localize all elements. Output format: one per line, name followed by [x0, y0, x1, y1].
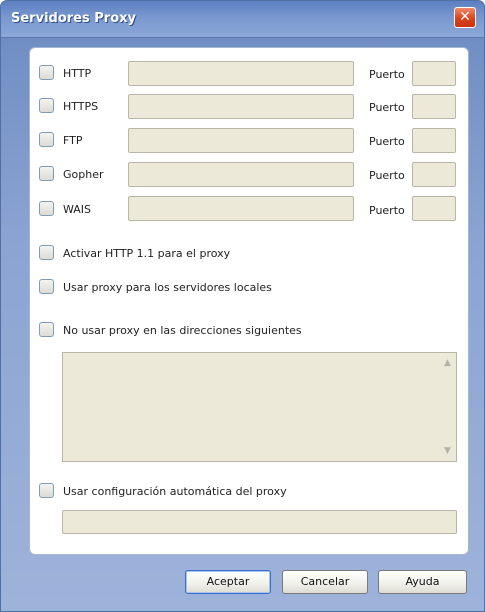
scroll-down-icon[interactable]: ▼: [442, 446, 453, 456]
https-proxy-field[interactable]: [128, 94, 354, 119]
wais-port-field[interactable]: [412, 196, 456, 221]
wais-proxy-field[interactable]: [128, 196, 354, 221]
label-gopher: Gopher: [63, 168, 104, 181]
label-http: HTTP: [63, 67, 92, 80]
ok-button[interactable]: Aceptar: [185, 570, 271, 594]
label-http-port: Puerto: [369, 68, 405, 81]
checkbox-gopher[interactable]: [39, 166, 54, 181]
cancel-button[interactable]: Cancelar: [282, 570, 368, 594]
proxy-dialog: Servidores Proxy ✕ HTTP Puerto HTTPS Pue…: [0, 0, 485, 612]
label-ftp-port: Puerto: [369, 135, 405, 148]
ftp-proxy-field[interactable]: [128, 128, 354, 153]
checkbox-wais[interactable]: [39, 201, 54, 216]
label-http11: Activar HTTP 1.1 para el proxy: [63, 247, 231, 260]
checkbox-ftp[interactable]: [39, 132, 54, 147]
label-https-port: Puerto: [369, 101, 405, 114]
help-button[interactable]: Ayuda: [378, 570, 467, 594]
checkbox-auto-config[interactable]: [39, 483, 54, 498]
label-local-servers: Usar proxy para los servidores locales: [63, 281, 272, 294]
label-wais: WAIS: [63, 203, 92, 216]
gopher-proxy-field[interactable]: [128, 162, 354, 187]
label-https: HTTPS: [63, 100, 99, 113]
http-proxy-field[interactable]: [128, 61, 354, 86]
label-gopher-port: Puerto: [369, 169, 405, 182]
scroll-up-icon[interactable]: ▲: [442, 358, 453, 368]
label-bypass: No usar proxy en las direcciones siguien…: [63, 324, 302, 337]
checkbox-http11[interactable]: [39, 245, 54, 260]
auto-config-field[interactable]: [62, 510, 457, 534]
window-title: Servidores Proxy: [11, 11, 136, 26]
checkbox-bypass[interactable]: [39, 322, 54, 337]
checkbox-local-servers[interactable]: [39, 279, 54, 294]
bypass-list-textarea[interactable]: ▲ ▼: [62, 352, 457, 462]
http-port-field[interactable]: [412, 61, 456, 86]
label-auto-config: Usar configuración automática del proxy: [63, 485, 287, 498]
ftp-port-field[interactable]: [412, 128, 456, 153]
label-ftp: FTP: [63, 134, 83, 147]
close-icon[interactable]: ✕: [454, 7, 476, 28]
settings-panel: [29, 47, 469, 555]
https-port-field[interactable]: [412, 94, 456, 119]
gopher-port-field[interactable]: [412, 162, 456, 187]
checkbox-https[interactable]: [39, 98, 54, 113]
label-wais-port: Puerto: [369, 204, 405, 217]
checkbox-http[interactable]: [39, 65, 54, 80]
title-bar[interactable]: Servidores Proxy ✕: [1, 1, 484, 38]
